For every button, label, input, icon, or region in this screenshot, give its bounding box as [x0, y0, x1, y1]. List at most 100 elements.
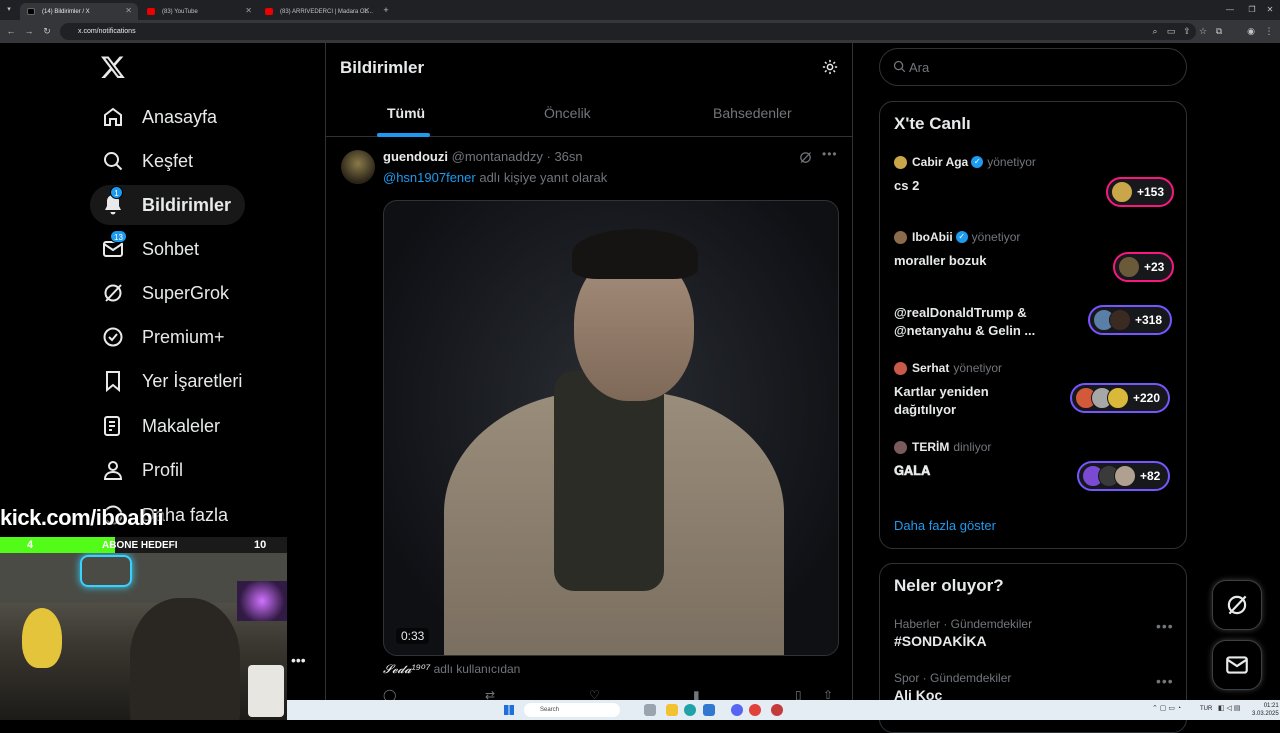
- profile-icon[interactable]: ◉: [1244, 24, 1258, 38]
- forward-icon[interactable]: →: [22, 24, 36, 38]
- discord-icon[interactable]: [731, 704, 743, 716]
- x-logo[interactable]: [100, 54, 128, 82]
- nav-item-notifications[interactable]: 1 Bildirimler: [90, 185, 246, 225]
- search-placeholder: Ara: [909, 60, 930, 75]
- reply-to-mention[interactable]: @hsn1907fener: [383, 170, 476, 185]
- chrome-icon[interactable]: [749, 704, 761, 716]
- nav-item-articles[interactable]: Makaleler: [90, 406, 234, 446]
- zoom-icon[interactable]: ⌕: [1148, 24, 1162, 38]
- nav-label: SuperGrok: [142, 282, 230, 303]
- notification-badge: 1: [110, 186, 123, 199]
- back-icon[interactable]: ←: [4, 24, 18, 38]
- nav-item-explore[interactable]: Keşfet: [90, 141, 207, 181]
- live-listeners-pill[interactable]: +318: [1088, 305, 1173, 335]
- show-more-link[interactable]: Daha fazla göster: [894, 518, 996, 533]
- more-dots-icon[interactable]: •••: [291, 652, 306, 668]
- input-language[interactable]: TUR: [1200, 706, 1212, 712]
- settings-gear-icon[interactable]: [821, 58, 841, 78]
- tab-all[interactable]: Tümü: [387, 105, 425, 121]
- listener-count: +220: [1133, 391, 1161, 405]
- search-input[interactable]: Ara: [879, 48, 1187, 86]
- windows-taskbar: Search ⌃ ▢ ▭ ◔ TUR ◧ ◁ ▤ 01:21 3.03.2025: [287, 700, 1280, 720]
- grok-fab-button[interactable]: [1212, 580, 1262, 630]
- tab-search-icon[interactable]: ▾: [2, 3, 16, 17]
- close-tab-icon[interactable]: ✕: [363, 6, 370, 15]
- new-tab-icon[interactable]: +: [379, 3, 393, 17]
- nav-item-home[interactable]: Anasayfa: [90, 97, 231, 137]
- reload-icon[interactable]: ↻: [40, 24, 54, 38]
- source-username[interactable]: 𝓢𝓮𝓭𝓪¹⁹⁰⁷: [383, 662, 430, 676]
- live-listeners-pill[interactable]: +220: [1070, 383, 1171, 413]
- live-title[interactable]: Kartlar yeniden dağıtılıyor: [894, 383, 989, 419]
- close-tab-icon[interactable]: ✕: [245, 6, 252, 15]
- tab-priority[interactable]: Öncelik: [544, 105, 591, 121]
- close-window-icon[interactable]: ✕: [1258, 0, 1280, 20]
- system-tray-status[interactable]: ◧ ◁ ▤: [1218, 704, 1241, 712]
- bookmark-star-icon[interactable]: ☆: [1196, 24, 1210, 38]
- post-time[interactable]: · 36sn: [547, 149, 583, 164]
- verified-badge-icon: [100, 324, 126, 350]
- cast-icon[interactable]: ▭: [1164, 24, 1178, 38]
- trend-name[interactable]: #SONDAKİKA: [894, 633, 987, 649]
- nav-item-supergrok[interactable]: SuperGrok: [90, 273, 243, 313]
- host-role: dinliyor: [953, 440, 992, 454]
- clock-time: 01:21: [1263, 703, 1279, 709]
- webcam-person: [130, 598, 240, 720]
- menu-icon[interactable]: ⋮: [1262, 24, 1276, 38]
- share-icon[interactable]: ⇪: [1180, 24, 1194, 38]
- file-explorer-icon[interactable]: [666, 704, 678, 716]
- video-scarf: [554, 371, 664, 591]
- url-text: x.com/notifications: [78, 28, 136, 35]
- nav-item-profile[interactable]: Profil: [90, 450, 197, 490]
- tray-icons[interactable]: ⌃ ▢ ▭ ◔: [1152, 704, 1181, 712]
- live-listeners-pill[interactable]: +23: [1113, 252, 1175, 282]
- webcam-figure-duck: [22, 608, 62, 668]
- edge-icon[interactable]: [684, 704, 696, 716]
- post-author-handle[interactable]: @montanaddzy: [452, 149, 543, 164]
- live-title[interactable]: moraller bozuk: [894, 252, 986, 270]
- nav-item-chat[interactable]: 13 Sohbet: [90, 229, 213, 269]
- grok-post-icon[interactable]: [798, 150, 813, 170]
- start-icon[interactable]: [504, 705, 514, 715]
- live-listeners-pill[interactable]: +82: [1077, 461, 1171, 491]
- clock[interactable]: 01:21 3.03.2025: [1252, 702, 1279, 718]
- listener-avatar: [1114, 465, 1136, 487]
- goal-label: ABONE HEDEFI: [102, 540, 178, 551]
- x-favicon-icon: [27, 8, 35, 15]
- post-video[interactable]: 0:33: [383, 200, 839, 656]
- listener-avatar: [1111, 181, 1133, 203]
- trend-more-icon[interactable]: •••: [1156, 618, 1174, 634]
- browser-tab-arrivederci[interactable]: (83) ARRIVEDERCI | Madara OL... ✕: [258, 3, 376, 20]
- nav-item-bookmarks[interactable]: Yer İşaretleri: [90, 361, 256, 401]
- live-title[interactable]: @realDonaldTrump & @netanyahu & Gelin ..…: [894, 304, 1035, 340]
- live-title[interactable]: 𝐆𝐀𝐋𝐀: [894, 462, 930, 480]
- store-icon[interactable]: [703, 704, 715, 716]
- live-title[interactable]: cs 2: [894, 177, 919, 195]
- live-host-row[interactable]: TERİM dinliyor: [894, 440, 991, 454]
- live-host-row[interactable]: IboAbii ✓ yönetiyor: [894, 230, 1020, 244]
- browser-tab-youtube[interactable]: (83) YouTube ✕: [140, 3, 258, 20]
- tab-mentions[interactable]: Bahsedenler: [713, 105, 792, 121]
- task-view-icon[interactable]: [644, 704, 656, 716]
- tab-title: (83) ARRIVEDERCI | Madara OL...: [280, 8, 373, 15]
- post-avatar[interactable]: [341, 150, 375, 184]
- listener-count: +82: [1140, 469, 1161, 483]
- nav-item-premium[interactable]: Premium+: [90, 317, 239, 357]
- close-tab-icon[interactable]: ✕: [125, 6, 132, 15]
- app-icon[interactable]: [771, 704, 783, 716]
- live-listeners-pill[interactable]: +153: [1106, 177, 1175, 207]
- post-more-icon[interactable]: •••: [822, 147, 838, 161]
- trend-more-icon[interactable]: •••: [1156, 673, 1174, 689]
- host-avatar: [894, 230, 907, 244]
- live-host-row[interactable]: Serhat yönetiyor: [894, 361, 1002, 375]
- minimize-icon[interactable]: —: [1218, 0, 1242, 20]
- taskbar-search[interactable]: Search: [524, 703, 620, 717]
- extensions-icon[interactable]: ⧉: [1212, 24, 1226, 38]
- chat-badge: 13: [110, 230, 127, 243]
- live-host-row[interactable]: Cabir Aga ✓ yönetiyor: [894, 155, 1036, 169]
- post-author-name[interactable]: guendouzi: [383, 149, 448, 164]
- address-bar[interactable]: x.com/notifications: [60, 23, 1196, 40]
- messages-fab-button[interactable]: [1212, 640, 1262, 690]
- host-name: TERİM: [912, 440, 950, 454]
- browser-tab-notifications[interactable]: (14) Bildirimler / X ✕: [20, 3, 138, 20]
